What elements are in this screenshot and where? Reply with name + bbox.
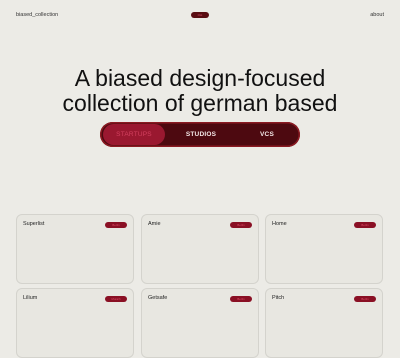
location-tag: Berlin bbox=[230, 222, 252, 228]
location-tag: Berlin bbox=[354, 296, 376, 302]
hero-line-1: A biased design-focused bbox=[74, 65, 326, 91]
tab-startups[interactable]: STARTUPS bbox=[103, 124, 165, 145]
tab-studios[interactable]: STUDIOS bbox=[170, 124, 232, 145]
company-name: Home bbox=[272, 221, 287, 227]
company-name: Lilium bbox=[23, 295, 38, 301]
center-badge: Ost bbox=[191, 12, 209, 18]
about-link[interactable]: about bbox=[370, 12, 384, 18]
brand-link[interactable]: biased_collection bbox=[16, 12, 58, 18]
tab-vcs[interactable]: VCS bbox=[236, 124, 298, 145]
category-tabs: STARTUPS STUDIOS VCS bbox=[100, 122, 300, 147]
company-name: Getsafe bbox=[148, 295, 168, 301]
company-card[interactable]: Home Berlin bbox=[265, 214, 383, 284]
location-tag: Berlin bbox=[105, 222, 127, 228]
company-card[interactable]: Amie Berlin bbox=[141, 214, 259, 284]
company-card[interactable]: Lilium Munich bbox=[16, 288, 134, 358]
company-card[interactable]: Superlist Berlin bbox=[16, 214, 134, 284]
company-card[interactable]: Getsafe Berlin bbox=[141, 288, 259, 358]
location-tag: Munich bbox=[105, 296, 127, 302]
location-tag: Berlin bbox=[230, 296, 252, 302]
top-bar: biased_collection Ost about bbox=[0, 0, 400, 30]
hero-line-2: collection of german based bbox=[62, 90, 338, 116]
company-name: Pitch bbox=[272, 295, 285, 301]
hero-heading: A biased design-focused collection of ge… bbox=[0, 66, 400, 116]
company-name: Amie bbox=[148, 221, 161, 227]
location-tag: Berlin bbox=[354, 222, 376, 228]
company-card[interactable]: Pitch Berlin bbox=[265, 288, 383, 358]
company-name: Superlist bbox=[23, 221, 45, 227]
